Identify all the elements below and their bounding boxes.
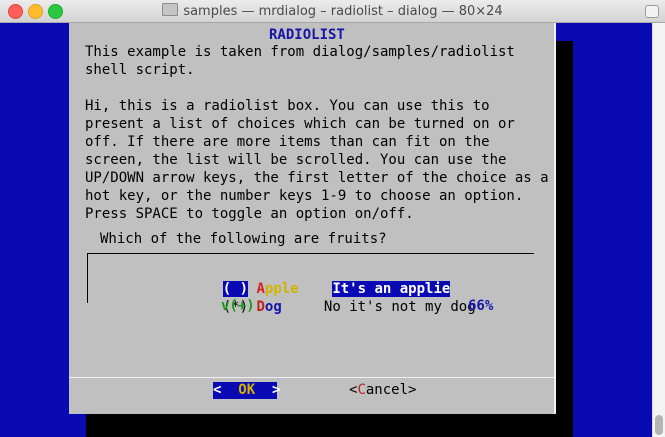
ok-button[interactable]: < OK > xyxy=(213,382,281,399)
cancel-button-label: ancel xyxy=(365,382,409,398)
dialog-text-line: off. If there are more items than can fi… xyxy=(85,134,490,150)
ok-button-right: > xyxy=(272,382,281,398)
dialog-text-line: screen, the list will be scrolled. You c… xyxy=(85,152,507,168)
button-separator xyxy=(69,377,554,378)
window-title-text: samples — mrdialog – radiolist – dialog … xyxy=(183,4,503,19)
cancel-button[interactable]: <Cancel> xyxy=(349,382,416,399)
dialog-text-line: Hi, this is a radiolist box. You can use… xyxy=(85,98,490,114)
window-titlebar: samples — mrdialog – radiolist – dialog … xyxy=(0,0,665,23)
scrollbar-thumb[interactable] xyxy=(655,415,663,435)
dialog-text-line: Press SPACE to toggle an option on/off. xyxy=(85,206,414,222)
dialog-text-line: This example is taken from dialog/sample… xyxy=(85,44,515,60)
cancel-hotkey: C xyxy=(357,382,366,398)
toolbar-toggle-icon[interactable] xyxy=(645,5,659,18)
scroll-more-indicator: v(+) xyxy=(221,298,255,314)
dialog-text-line: present a list of choices which can be t… xyxy=(85,116,515,132)
folder-icon xyxy=(162,3,179,16)
terminal-scrollbar[interactable] xyxy=(652,23,665,437)
item-description: No it's not my dog xyxy=(323,299,476,315)
scroll-percentage: 66% xyxy=(468,298,494,314)
dialog-title: RADIOLIST xyxy=(269,27,345,43)
dialog-text-line: hot key, or the number keys 1-9 to choos… xyxy=(85,188,524,204)
ok-button-label: OK xyxy=(238,382,256,398)
dialog-shadow-right xyxy=(556,41,573,414)
dialog-text-line: UP/DOWN arrow keys, the first letter of … xyxy=(85,170,549,186)
list-item[interactable]: (*) Dog No it's not my dog xyxy=(189,280,476,315)
window-title: samples — mrdialog – radiolist – dialog … xyxy=(0,3,665,19)
ok-button-left: < xyxy=(213,382,222,398)
cancel-button-right: > xyxy=(408,382,417,398)
dialog-question: Which of the following are fruits? xyxy=(100,231,387,247)
item-tag: Dog xyxy=(256,299,281,315)
radiolist-dialog: RADIOLIST This example is taken from dia… xyxy=(69,23,556,414)
list-item[interactable]: ( ) Apple It's an applie xyxy=(189,262,451,297)
tag-hotkey: D xyxy=(256,299,265,315)
dialog-text-line: shell script. xyxy=(85,62,195,78)
dialog-shadow-bottom xyxy=(86,414,573,437)
tag-rest: og xyxy=(264,299,282,315)
